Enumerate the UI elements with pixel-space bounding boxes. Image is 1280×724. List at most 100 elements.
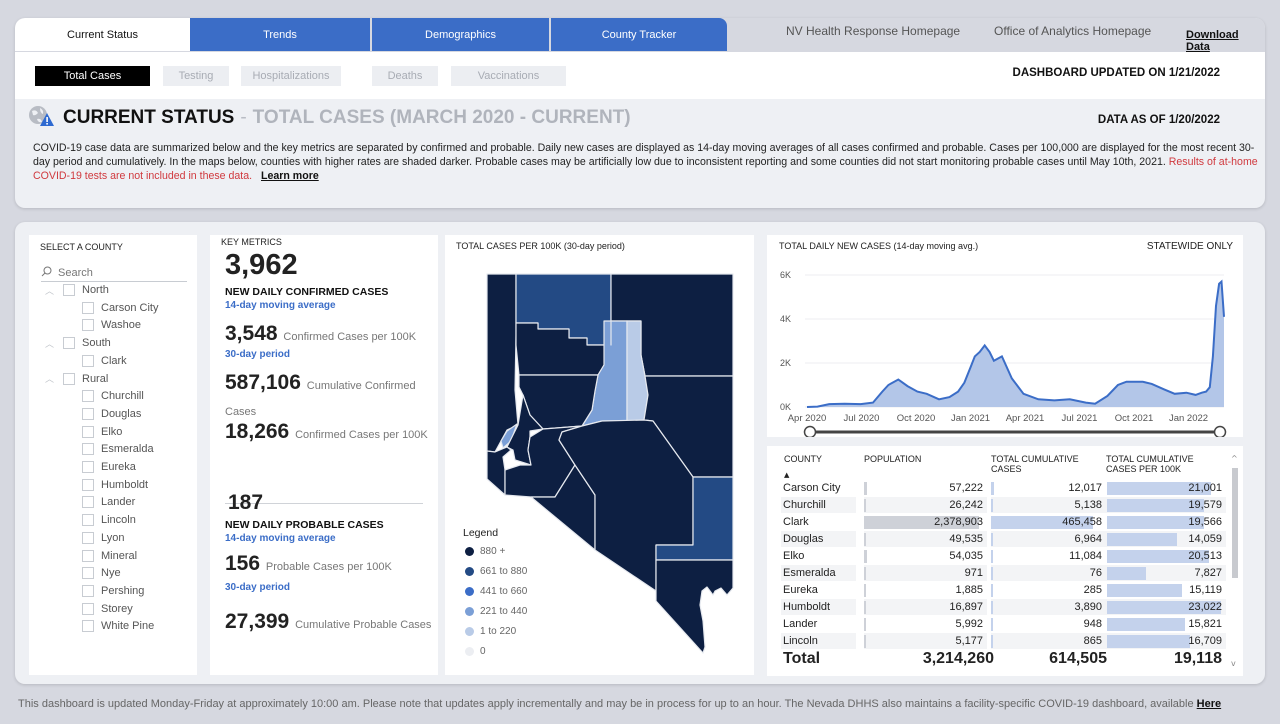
- subtab-testing[interactable]: Testing: [163, 66, 229, 86]
- table-row[interactable]: Lincoln 5,177 865 16,709: [781, 633, 1226, 650]
- checkbox[interactable]: [82, 584, 94, 597]
- description-text: COVID-19 case data are summarized below …: [33, 142, 1255, 168]
- column-header-population[interactable]: POPULATION: [864, 454, 921, 464]
- checkbox[interactable]: [63, 372, 75, 385]
- checkbox[interactable]: [82, 425, 94, 438]
- subtab-total-cases[interactable]: Total Cases: [35, 66, 150, 86]
- subtab-vaccinations[interactable]: Vaccinations: [451, 66, 566, 86]
- facility-dashboard-link[interactable]: Here: [1197, 698, 1221, 710]
- table-row[interactable]: Humboldt 16,897 3,890 23,022: [781, 599, 1226, 616]
- cell-county: Esmeralda: [781, 565, 856, 581]
- slicer-item-label: Lincoln: [101, 514, 136, 527]
- x-tick-label: Apr 2020: [788, 413, 827, 424]
- population-bar: [864, 584, 866, 597]
- collapse-caret-icon[interactable]: ︿: [45, 372, 55, 385]
- slicer-item-washoe[interactable]: Washoe: [82, 317, 141, 333]
- slicer-item-churchill[interactable]: Churchill: [82, 388, 144, 404]
- slicer-item-lyon[interactable]: Lyon: [82, 530, 124, 546]
- checkbox[interactable]: [82, 390, 94, 403]
- slicer-item-eureka[interactable]: Eureka: [82, 459, 136, 475]
- slicer-item-carson-city[interactable]: Carson City: [82, 300, 158, 316]
- subtab-hospitalizations[interactable]: Hospitalizations: [241, 66, 341, 86]
- slicer-item-clark[interactable]: Clark: [82, 353, 127, 369]
- download-data-link[interactable]: Download Data: [1186, 29, 1265, 53]
- checkbox[interactable]: [82, 319, 94, 332]
- table-row[interactable]: Lander 5,992 948 15,821: [781, 616, 1226, 633]
- checkbox[interactable]: [82, 478, 94, 491]
- cell-population: 16,897: [864, 599, 987, 615]
- subtab-deaths[interactable]: Deaths: [372, 66, 438, 86]
- slicer-group-label: South: [82, 337, 111, 350]
- slicer-item-elko[interactable]: Elko: [82, 424, 122, 440]
- collapse-caret-icon[interactable]: ︿: [45, 337, 55, 350]
- scroll-down-icon[interactable]: v: [1231, 659, 1236, 668]
- key-metrics-card: KEY METRICS 3,962 NEW DAILY CONFIRMED CA…: [210, 235, 438, 675]
- column-header-total-cases[interactable]: TOTAL CUMULATIVE CASES: [991, 454, 1096, 474]
- checkbox[interactable]: [82, 514, 94, 527]
- sort-ascending-icon[interactable]: ▲: [784, 471, 789, 479]
- nv-health-homepage-link[interactable]: NV Health Response Homepage: [786, 24, 960, 38]
- legend-swatch: [465, 567, 474, 576]
- cumulative-per100k-label: Confirmed Cases per 100K: [295, 429, 428, 441]
- table-row[interactable]: Eureka 1,885 285 15,119: [781, 582, 1226, 599]
- table-row[interactable]: Douglas 49,535 6,964 14,059: [781, 531, 1226, 548]
- county-clark[interactable]: [655, 559, 734, 654]
- slicer-item-humboldt[interactable]: Humboldt: [82, 477, 148, 493]
- tab-county-tracker[interactable]: County Tracker: [551, 18, 727, 51]
- scroll-up-icon[interactable]: ^: [1231, 454, 1238, 463]
- slicer-item-lincoln[interactable]: Lincoln: [82, 512, 136, 528]
- per100k-bar: [1107, 618, 1186, 631]
- slicer-item-esmeralda[interactable]: Esmeralda: [82, 441, 154, 457]
- slicer-item-nye[interactable]: Nye: [82, 565, 121, 581]
- scrollbar-thumb[interactable]: [1232, 468, 1238, 578]
- slicer-item-douglas[interactable]: Douglas: [82, 406, 141, 422]
- slicer-item-white-pine[interactable]: White Pine: [82, 618, 154, 634]
- slicer-item-pershing[interactable]: Pershing: [82, 583, 144, 599]
- footer-text: This dashboard is updated Monday-Friday …: [18, 698, 1194, 710]
- checkbox[interactable]: [82, 354, 94, 367]
- range-slider-start-handle[interactable]: [803, 425, 817, 438]
- county-search-input[interactable]: Search: [41, 265, 187, 282]
- table-scrollbar[interactable]: ^ v: [1231, 454, 1239, 668]
- slicer-item-label: Clark: [101, 354, 127, 367]
- slicer-group-north[interactable]: ︿ North: [45, 282, 109, 298]
- cell-county: Churchill: [781, 497, 856, 513]
- slicer-item-lander[interactable]: Lander: [82, 494, 135, 510]
- tab-current-status[interactable]: Current Status: [15, 18, 190, 51]
- table-row[interactable]: Carson City 57,222 12,017 21,001: [781, 480, 1226, 497]
- slicer-group-rural[interactable]: ︿ Rural: [45, 371, 108, 387]
- checkbox[interactable]: [82, 407, 94, 420]
- checkbox[interactable]: [82, 443, 94, 456]
- table-row[interactable]: Elko 54,035 11,084 20,513: [781, 548, 1226, 565]
- legend-swatch: [465, 587, 474, 596]
- table-row[interactable]: Clark 2,378,903 465,458 19,566: [781, 514, 1226, 531]
- checkbox[interactable]: [63, 284, 75, 296]
- checkbox[interactable]: [63, 337, 75, 350]
- checkbox[interactable]: [82, 549, 94, 562]
- checkbox[interactable]: [82, 602, 94, 615]
- tab-trends[interactable]: Trends: [190, 18, 370, 51]
- checkbox[interactable]: [82, 461, 94, 473]
- checkbox[interactable]: [82, 496, 94, 509]
- column-header-county[interactable]: COUNTY: [784, 454, 822, 464]
- collapse-caret-icon[interactable]: ︿: [45, 284, 55, 297]
- checkbox[interactable]: [82, 620, 94, 633]
- slicer-item-mineral[interactable]: Mineral: [82, 548, 137, 564]
- tab-demographics[interactable]: Demographics: [372, 18, 549, 51]
- table-row[interactable]: Esmeralda 971 76 7,827: [781, 565, 1226, 582]
- slicer-item-storey[interactable]: Storey: [82, 601, 133, 617]
- analytics-homepage-link[interactable]: Office of Analytics Homepage: [994, 24, 1151, 38]
- checkbox[interactable]: [82, 567, 94, 580]
- table-row[interactable]: Churchill 26,242 5,138 19,579: [781, 497, 1226, 514]
- cell-population: 54,035: [864, 548, 987, 564]
- slicer-group-south[interactable]: ︿ South: [45, 335, 111, 351]
- range-slider-end-handle[interactable]: [1213, 425, 1227, 438]
- column-header-cases-per-100k[interactable]: TOTAL CUMULATIVE CASES PER 100K: [1106, 454, 1226, 474]
- learn-more-link[interactable]: Learn more: [261, 170, 319, 182]
- slicer-item-label: Carson City: [101, 301, 159, 314]
- legend-item: 661 to 880: [465, 566, 527, 577]
- county-washoe[interactable]: [486, 273, 519, 453]
- y-tick-label: 0K: [780, 402, 791, 412]
- checkbox[interactable]: [82, 531, 94, 544]
- checkbox[interactable]: [82, 301, 94, 314]
